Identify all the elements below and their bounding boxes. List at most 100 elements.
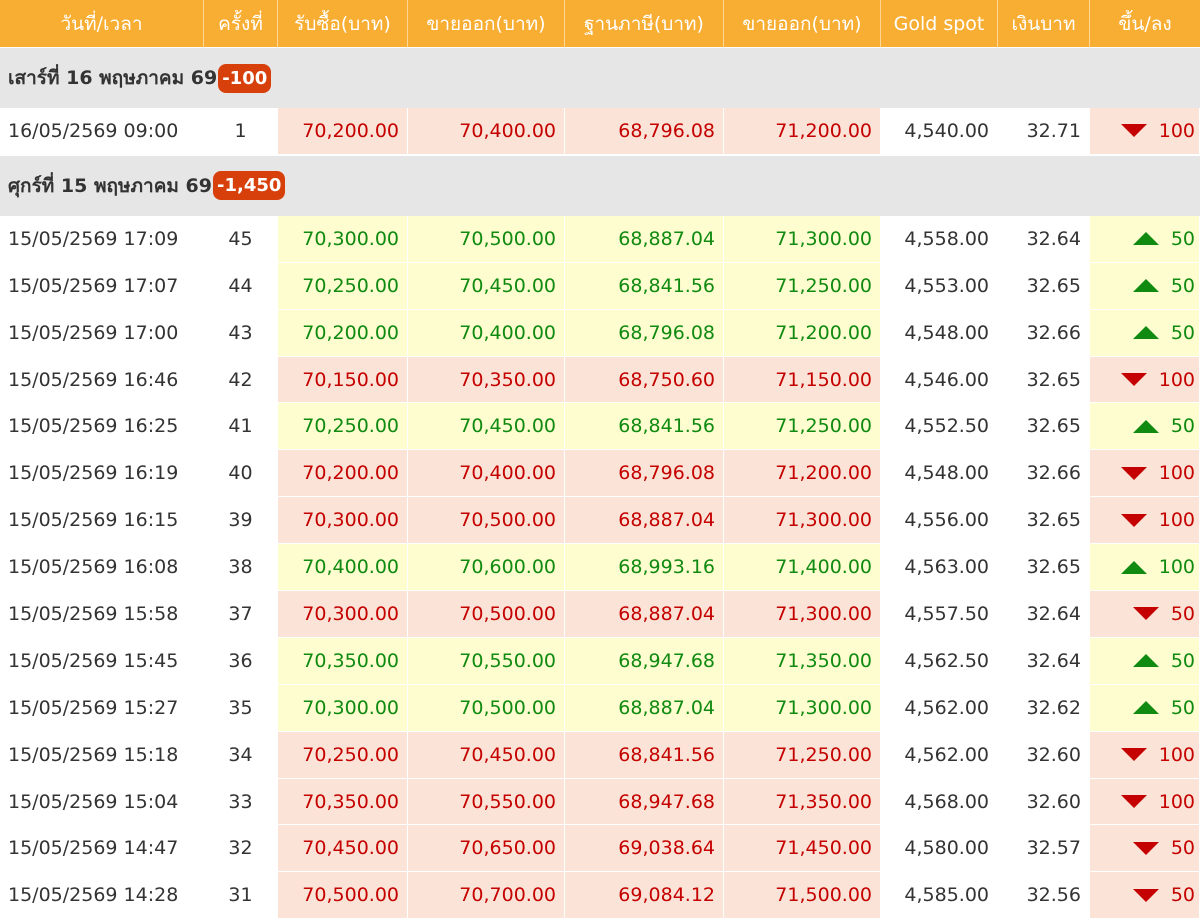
arrow-up-icon xyxy=(1132,279,1159,293)
cell-sell: 70,450.00 xyxy=(408,731,565,778)
table-row: 15/05/2569 15:04 33 70,350.00 70,550.00 68,9… xyxy=(0,778,1200,826)
cell-tax-base: 68,947.68 xyxy=(565,778,724,825)
arrow-down-icon xyxy=(1132,888,1159,902)
cell-datetime: 15/05/2569 14:47 xyxy=(0,825,204,872)
table-row: 15/05/2569 16:46 42 70,150.00 70,350.00 68,7… xyxy=(0,356,1200,404)
cell-tax-base: 68,841.56 xyxy=(565,731,724,778)
cell-datetime: 15/05/2569 15:27 xyxy=(0,684,204,731)
arrow-up-icon xyxy=(1132,654,1159,668)
change-value: 50 xyxy=(1170,227,1195,250)
table-row: 15/05/2569 15:58 37 70,300.00 70,500.00 68,8… xyxy=(0,591,1200,638)
table-row: 15/05/2569 16:15 39 70,300.00 70,500.00 68,8… xyxy=(0,497,1200,545)
cell-datetime: 15/05/2569 14:28 xyxy=(0,872,204,919)
cell-buy: 70,400.00 xyxy=(278,544,408,591)
cell-datetime: 15/05/2569 17:07 xyxy=(0,262,204,309)
cell-sell-ornament: 71,400.00 xyxy=(724,544,881,591)
cell-thb: 32.71 xyxy=(998,108,1090,154)
cell-round: 34 xyxy=(204,731,278,778)
date-group-header: เสาร์ที่ 16 พฤษภาคม 69 -100 xyxy=(0,47,1200,108)
cell-datetime: 15/05/2569 16:25 xyxy=(0,403,204,450)
cell-tax-base: 68,841.56 xyxy=(565,403,724,450)
cell-gold-spot: 4,562.00 xyxy=(881,731,998,778)
cell-thb: 32.65 xyxy=(998,262,1090,309)
cell-datetime: 15/05/2569 17:09 xyxy=(0,215,204,262)
arrow-down-icon xyxy=(1120,513,1147,527)
cell-buy: 70,200.00 xyxy=(278,108,408,154)
cell-change: 50 xyxy=(1090,637,1200,684)
change-value: 100 xyxy=(1158,462,1195,485)
cell-change: 100 xyxy=(1090,497,1200,544)
cell-sell-ornament: 71,300.00 xyxy=(724,684,881,731)
cell-change: 100 xyxy=(1090,356,1200,403)
cell-sell-ornament: 71,300.00 xyxy=(724,215,881,262)
cell-round: 33 xyxy=(204,778,278,825)
cell-tax-base: 68,796.08 xyxy=(565,108,724,154)
cell-sell: 70,400.00 xyxy=(408,450,565,497)
table-row: 15/05/2569 14:28 31 70,500.00 70,700.00 69,0… xyxy=(0,872,1200,919)
arrow-down-icon xyxy=(1120,373,1147,386)
cell-change: 100 xyxy=(1090,108,1200,154)
table-row: 16/05/2569 09:00 1 70,200.00 70,400.00 68,79… xyxy=(0,108,1200,155)
cell-datetime: 15/05/2569 16:46 xyxy=(0,356,204,403)
table-header: วันที่/เวลา ครั้งที่ รับซื้อ(บาท) ขายออก… xyxy=(0,0,1200,47)
cell-sell: 70,500.00 xyxy=(408,215,565,262)
cell-gold-spot: 4,568.00 xyxy=(881,778,998,825)
change-value: 50 xyxy=(1170,415,1195,438)
cell-round: 43 xyxy=(204,309,278,356)
table-row: 15/05/2569 15:45 36 70,350.00 70,550.00 68,9… xyxy=(0,637,1200,685)
cell-sell: 70,500.00 xyxy=(408,497,565,544)
header-round: ครั้งที่ xyxy=(204,0,278,47)
cell-buy: 70,200.00 xyxy=(278,309,408,356)
cell-sell: 70,450.00 xyxy=(408,403,565,450)
cell-datetime: 15/05/2569 15:58 xyxy=(0,591,204,637)
cell-sell-ornament: 71,250.00 xyxy=(724,731,881,778)
cell-gold-spot: 4,562.50 xyxy=(881,637,998,684)
cell-tax-base: 68,887.04 xyxy=(565,497,724,544)
change-value: 50 xyxy=(1170,321,1195,344)
header-buy: รับซื้อ(บาท) xyxy=(278,0,408,47)
cell-sell: 70,400.00 xyxy=(408,309,565,356)
cell-sell-ornament: 71,300.00 xyxy=(724,591,881,637)
cell-sell-ornament: 71,250.00 xyxy=(724,262,881,309)
cell-change: 100 xyxy=(1090,544,1200,591)
cell-change: 50 xyxy=(1090,309,1200,356)
cell-sell: 70,500.00 xyxy=(408,684,565,731)
cell-gold-spot: 4,585.00 xyxy=(881,872,998,919)
cell-buy: 70,300.00 xyxy=(278,591,408,637)
cell-sell: 70,550.00 xyxy=(408,637,565,684)
cell-change: 100 xyxy=(1090,450,1200,497)
table-row: 15/05/2569 15:27 35 70,300.00 70,500.00 68,8… xyxy=(0,684,1200,732)
cell-datetime: 15/05/2569 16:15 xyxy=(0,497,204,544)
arrow-down-icon xyxy=(1120,466,1147,480)
cell-thb: 32.60 xyxy=(998,731,1090,778)
cell-tax-base: 69,084.12 xyxy=(565,872,724,919)
cell-sell: 70,600.00 xyxy=(408,544,565,591)
cell-tax-base: 68,796.08 xyxy=(565,450,724,497)
cell-buy: 70,300.00 xyxy=(278,497,408,544)
cell-buy: 70,350.00 xyxy=(278,778,408,825)
change-value: 100 xyxy=(1158,790,1195,813)
date-group-label: ศุกร์ที่ 15 พฤษภาคม 69 xyxy=(8,174,212,197)
cell-buy: 70,250.00 xyxy=(278,731,408,778)
cell-round: 36 xyxy=(204,637,278,684)
cell-change: 50 xyxy=(1090,591,1200,637)
cell-tax-base: 68,887.04 xyxy=(565,591,724,637)
cell-gold-spot: 4,557.50 xyxy=(881,591,998,637)
cell-gold-spot: 4,558.00 xyxy=(881,215,998,262)
header-thb: เงินบาท xyxy=(998,0,1090,47)
header-sell-ornament: ขายออก(บาท) xyxy=(724,0,881,47)
cell-sell: 70,350.00 xyxy=(408,356,565,403)
cell-gold-spot: 4,553.00 xyxy=(881,262,998,309)
cell-change: 100 xyxy=(1090,778,1200,825)
cell-thb: 32.65 xyxy=(998,497,1090,544)
table-body: เสาร์ที่ 16 พฤษภาคม 69 -100 16/05/2569 09:… xyxy=(0,47,1200,919)
cell-change: 50 xyxy=(1090,684,1200,731)
cell-thb: 32.56 xyxy=(998,872,1090,919)
cell-round: 44 xyxy=(204,262,278,309)
change-value: 100 xyxy=(1158,743,1195,766)
arrow-down-icon xyxy=(1132,607,1159,621)
cell-gold-spot: 4,580.00 xyxy=(881,825,998,872)
cell-buy: 70,250.00 xyxy=(278,262,408,309)
table-row: 15/05/2569 14:47 32 70,450.00 70,650.00 69,0… xyxy=(0,825,1200,873)
date-group-label: เสาร์ที่ 16 พฤษภาคม 69 xyxy=(8,67,218,89)
